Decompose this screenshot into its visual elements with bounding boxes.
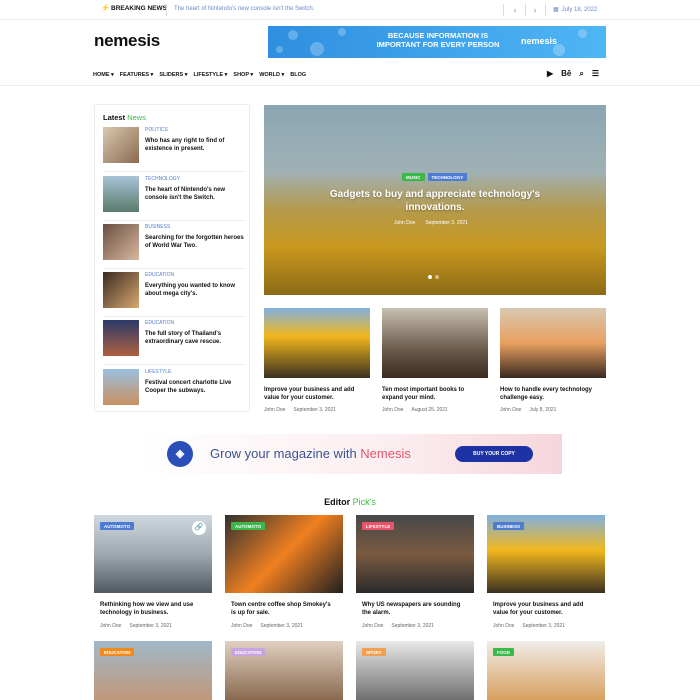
hero-meta: John Doe September 3, 2021 — [394, 220, 468, 226]
hero-title[interactable]: Gadgets to buy and appreciate technology… — [324, 188, 546, 214]
menu-icon[interactable]: ☰ — [592, 69, 599, 79]
thumbnail — [103, 320, 139, 356]
nav-item-sliders[interactable]: SLIDERS ▾ — [159, 72, 187, 78]
latest-news-widget: Latest News POLITICS Who has any right t… — [94, 104, 250, 412]
tag-music[interactable]: MUSIC — [402, 173, 425, 181]
site-logo[interactable]: nemesis — [94, 31, 160, 51]
article-image[interactable]: LIFESTYLE — [356, 515, 474, 593]
article-image[interactable] — [500, 308, 606, 378]
banner-text: Because information is important for eve… — [376, 31, 500, 49]
tag-technology[interactable]: TECHNOLOGY — [427, 173, 468, 181]
search-icon[interactable]: ⌕ — [579, 69, 583, 79]
slider-dot[interactable] — [435, 275, 439, 279]
calendar-icon: ▦ — [553, 7, 559, 13]
nav-item-home[interactable]: HOME ▾ — [93, 72, 114, 78]
article-card[interactable]: EDUCATION — [225, 641, 343, 700]
thumbnail — [103, 176, 139, 212]
article-card[interactable]: EDUCATION — [94, 641, 212, 700]
editor-picks-title: Editor Pick's — [324, 497, 376, 507]
article-card[interactable]: BUSINESS Improve your business and add v… — [487, 515, 605, 629]
brand-logo-icon: ◈ — [167, 441, 193, 467]
article-image[interactable]: SPORT — [356, 641, 474, 700]
list-item[interactable]: EDUCATION The full story of Thailand's e… — [103, 320, 245, 365]
trending-icon: ⚡ — [101, 5, 110, 12]
article-image[interactable]: EDUCATION — [225, 641, 343, 700]
main-navigation: HOME ▾ FEATURES ▾ SLIDERS ▾ LIFESTYLE ▾ … — [0, 66, 700, 86]
next-arrow-icon[interactable]: › — [528, 3, 542, 17]
list-item[interactable]: BUSINESS Searching for the forgotten her… — [103, 224, 245, 269]
breaking-news-label: ⚡ BREAKING NEWS — [101, 5, 167, 12]
link-icon[interactable]: 🔗 — [192, 521, 206, 535]
nav-item-world[interactable]: WORLD ▾ — [259, 72, 284, 78]
slider-dot[interactable] — [428, 275, 432, 279]
nav-item-features[interactable]: FEATURES ▾ — [120, 72, 154, 78]
ad-text: Grow your magazine with Nemesis — [210, 446, 411, 461]
article-image[interactable]: FOOD — [487, 641, 605, 700]
article-image[interactable]: EDUCATION — [94, 641, 212, 700]
list-item[interactable]: LIFESTYLE Festival concert charlotte Liv… — [103, 369, 245, 409]
article-card[interactable]: FOOD — [487, 641, 605, 700]
breaking-news-ticker[interactable]: The heart of Nintendo's new console isn'… — [174, 6, 314, 12]
list-item[interactable]: EDUCATION Everything you wanted to know … — [103, 272, 245, 317]
article-image[interactable]: AUTOMOTO 🔗 — [94, 515, 212, 593]
article-card[interactable]: LIFESTYLE Why US newspapers are sounding… — [356, 515, 474, 629]
thumbnail — [103, 369, 139, 405]
article-card[interactable]: How to handle every technology challenge… — [500, 308, 606, 413]
behance-icon[interactable]: Bē — [561, 69, 571, 79]
article-card[interactable]: Improve your business and add value for … — [264, 308, 370, 413]
list-item[interactable]: POLITICS Who has any right to find of ex… — [103, 127, 245, 172]
thumbnail — [103, 272, 139, 308]
article-image[interactable]: BUSINESS — [487, 515, 605, 593]
nav-item-blog[interactable]: BLOG — [290, 72, 306, 78]
banner-logo: nemesis — [521, 36, 558, 46]
article-image[interactable] — [264, 308, 370, 378]
slider-dots[interactable] — [428, 275, 439, 279]
article-card[interactable]: SPORT — [356, 641, 474, 700]
prev-arrow-icon[interactable]: ‹ — [508, 3, 522, 17]
current-date: ▦ July 18, 2022 — [553, 6, 598, 14]
thumbnail — [103, 127, 139, 163]
youtube-icon[interactable]: ▶ — [547, 69, 553, 79]
hero-slider[interactable]: MUSIC TECHNOLOGY Gadgets to buy and appr… — [264, 105, 606, 295]
nav-item-shop[interactable]: SHOP ▾ — [233, 72, 253, 78]
article-image[interactable]: AUTOMOTO — [225, 515, 343, 593]
article-card[interactable]: Ten most important books to expand your … — [382, 308, 488, 413]
article-card[interactable]: AUTOMOTO Town centre coffee shop Smokey'… — [225, 515, 343, 629]
article-card[interactable]: AUTOMOTO 🔗 Rethinking how we view and us… — [94, 515, 212, 629]
article-image[interactable] — [382, 308, 488, 378]
thumbnail — [103, 224, 139, 260]
magazine-ad-banner[interactable]: ◈ Grow your magazine with Nemesis BUY YO… — [138, 434, 562, 474]
buy-copy-button[interactable]: BUY YOUR COPY — [455, 446, 533, 462]
header-banner-ad[interactable]: Because information is important for eve… — [268, 26, 606, 58]
nav-item-lifestyle[interactable]: LIFESTYLE ▾ — [193, 72, 227, 78]
top-bar: ⚡ BREAKING NEWS The heart of Nintendo's … — [0, 0, 700, 20]
latest-news-title: Latest News — [103, 113, 146, 122]
list-item[interactable]: TECHNOLOGY The heart of Nintendo's new c… — [103, 176, 245, 221]
